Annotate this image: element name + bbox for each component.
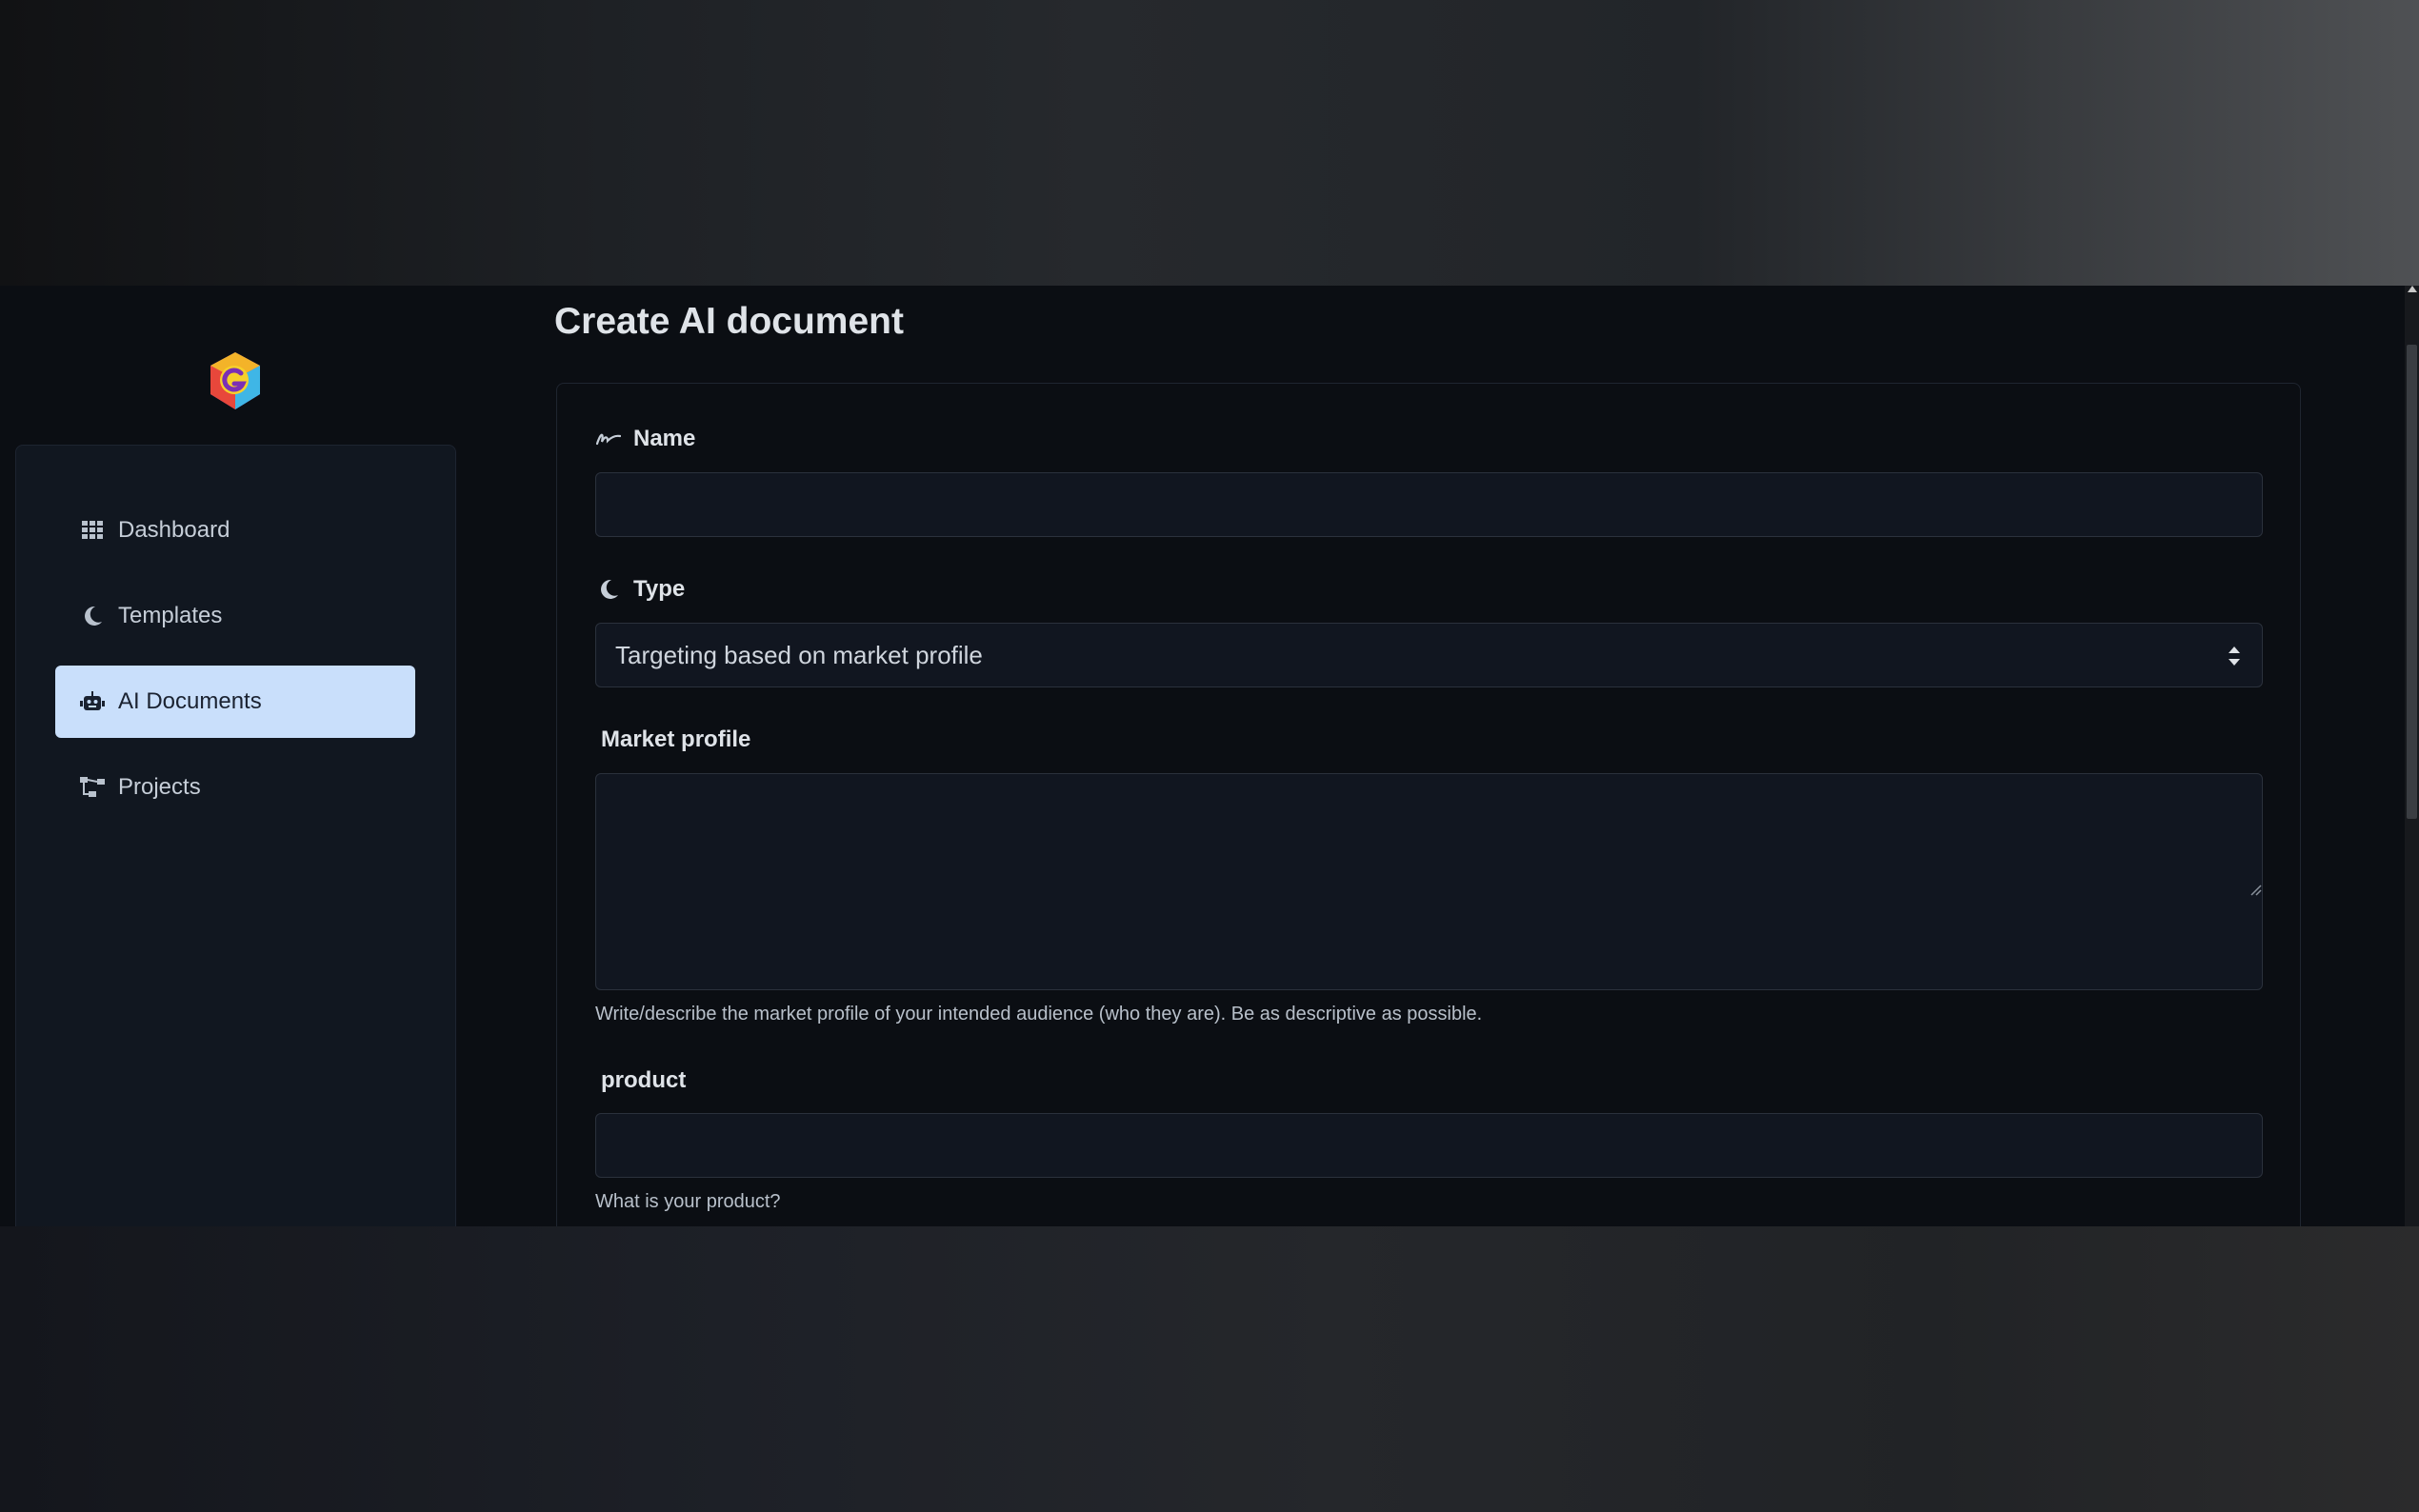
market-profile-help: Write/describe the market profile of you… — [595, 1004, 1483, 1025]
sidebar-item-templates[interactable]: Templates — [55, 580, 415, 652]
desktop-background-bottom — [0, 1226, 2419, 1512]
sitemap-icon — [78, 773, 107, 802]
form-card: Name Type Targeting based on market prof… — [556, 383, 2301, 1226]
page-title: Create AI document — [554, 301, 904, 342]
resize-handle-icon[interactable] — [2249, 883, 2262, 896]
scroll-thumb[interactable] — [2407, 345, 2417, 819]
market-profile-label: Market profile — [601, 726, 751, 752]
name-label: Name — [595, 426, 695, 452]
moon-icon — [78, 602, 107, 630]
app-logo — [210, 352, 260, 409]
vertical-scrollbar[interactable] — [2405, 286, 2419, 1226]
select-arrows-icon — [2229, 647, 2240, 666]
desktop-background-top — [0, 0, 2419, 286]
sidebar-item-ai-documents[interactable]: AI Documents — [55, 666, 415, 738]
type-select-value: Targeting based on market profile — [615, 640, 983, 669]
moon-icon — [595, 576, 622, 603]
sidebar-item-label: Templates — [118, 603, 223, 628]
sidebar-item-label: Dashboard — [118, 517, 230, 543]
sidebar-item-projects[interactable]: Projects — [55, 751, 415, 824]
type-label: Type — [595, 576, 685, 603]
scroll-up-arrow-icon[interactable] — [2408, 286, 2417, 292]
market-profile-textarea[interactable] — [595, 773, 2263, 990]
robot-icon — [78, 687, 107, 716]
sidebar-item-dashboard[interactable]: Dashboard — [55, 494, 415, 567]
product-input[interactable] — [595, 1113, 2263, 1178]
signature-icon — [595, 426, 622, 452]
sidebar-item-label: Projects — [118, 774, 201, 800]
sidebar: Dashboard Templates AI Documents Project… — [15, 445, 456, 1226]
sidebar-item-label: AI Documents — [118, 688, 262, 714]
product-label: product — [601, 1067, 687, 1093]
grid-icon — [78, 516, 107, 545]
type-select[interactable]: Targeting based on market profile — [595, 623, 2263, 687]
name-input[interactable] — [595, 472, 2263, 537]
app-window: Dashboard Templates AI Documents Project… — [0, 286, 2405, 1226]
product-help: What is your product? — [595, 1191, 781, 1212]
